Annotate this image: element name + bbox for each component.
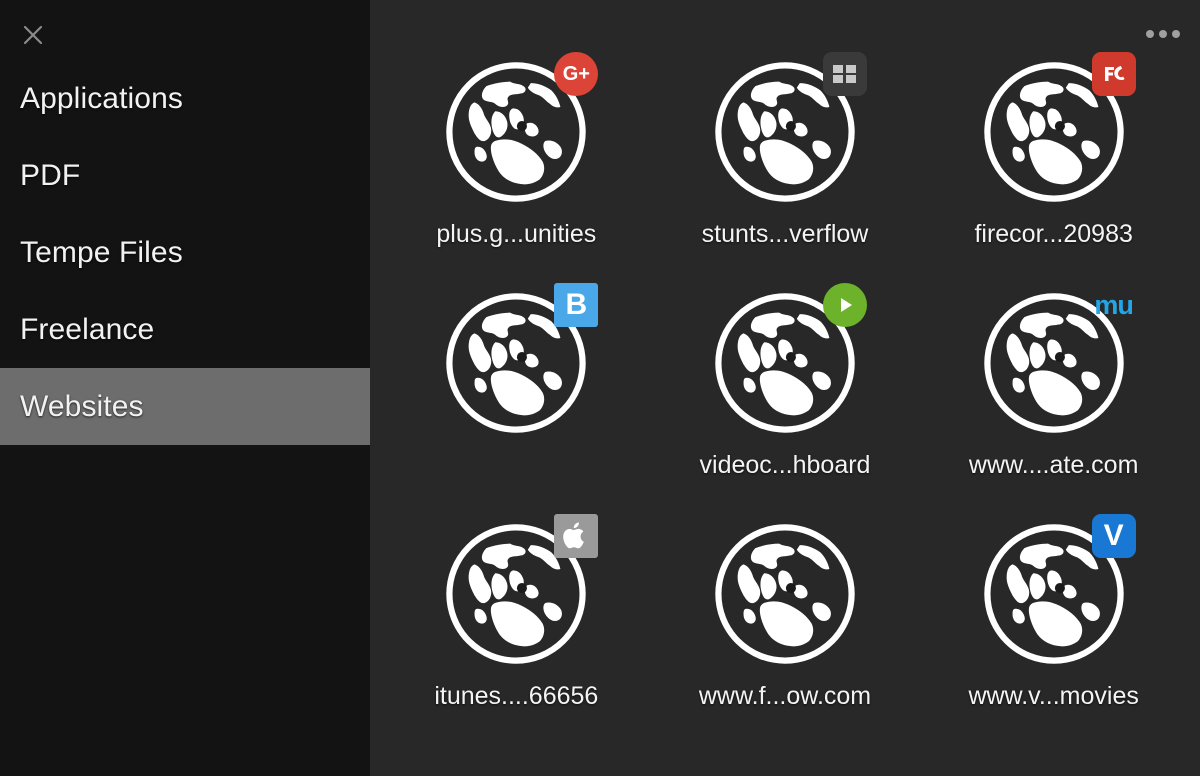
blogger-b-badge-text: B: [565, 288, 588, 321]
sidebar-item-websites[interactable]: Websites: [0, 368, 370, 445]
file-label: videoc...hboard: [699, 451, 871, 479]
file-label: firecor...20983: [974, 220, 1133, 248]
mu-logo-badge: mu: [1092, 283, 1136, 327]
apple-icon: [563, 522, 585, 549]
sidebar: Applications PDF Tempe Files Freelance Websi…: [0, 0, 370, 776]
vimeo-v-badge: V: [1091, 514, 1136, 558]
sidebar-item-freelance[interactable]: Freelance: [0, 291, 370, 368]
file-label: stunts...verflow: [701, 220, 869, 248]
file-icon: [440, 514, 599, 670]
more-options-button[interactable]: [1142, 20, 1184, 48]
grid-squares-badge: [822, 52, 867, 96]
file-tile[interactable]: firecor...20983: [919, 52, 1188, 287]
sidebar-item-label: Applications: [20, 81, 183, 115]
google-plus-badge: G+: [554, 52, 599, 96]
file-icon: mu: [978, 287, 1134, 439]
more-horizontal-icon-dot-2: [1159, 30, 1167, 38]
sidebar-item-applications[interactable]: Applications: [0, 60, 370, 137]
more-horizontal-icon-dot-3: [1172, 30, 1180, 38]
firecore-icon: [1104, 66, 1125, 81]
file-label: www....ate.com: [968, 451, 1139, 479]
file-icon: [709, 283, 867, 439]
file-label: www.f...ow.com: [698, 682, 872, 710]
file-label: itunes....66656: [434, 682, 599, 710]
file-tile[interactable]: www.f...ow.com: [651, 518, 920, 749]
file-label: plus.g...unities: [436, 220, 597, 248]
sidebar-item-tempe-files[interactable]: Tempe Files: [0, 214, 370, 291]
sidebar-item-label: PDF: [20, 158, 81, 192]
file-icon: G+: [440, 52, 599, 208]
content-area: G+ plus.g...unities stunts...verflow fir…: [370, 0, 1200, 776]
close-button[interactable]: [16, 18, 50, 52]
sidebar-item-label: Freelance: [20, 312, 155, 346]
file-tile[interactable]: G+ plus.g...unities: [382, 52, 651, 287]
vimeo-v-badge-text: V: [1103, 519, 1124, 552]
file-tile[interactable]: Vwww.v...movies: [919, 514, 1188, 749]
apple-badge: [554, 514, 599, 558]
google-plus-badge-text: G+: [562, 63, 590, 85]
file-browser-window: Applications PDF Tempe Files Freelance Websi…: [0, 0, 1200, 776]
file-icon: V: [978, 514, 1136, 670]
play-icon: [840, 298, 852, 312]
file-tile[interactable]: mu www....ate.com: [919, 287, 1188, 518]
file-grid: G+ plus.g...unities stunts...verflow fir…: [370, 52, 1200, 749]
play-badge: [822, 283, 867, 327]
firecore-badge: [1091, 52, 1136, 96]
file-icon: [709, 52, 867, 208]
file-tile[interactable]: videoc...hboard: [651, 283, 920, 518]
more-horizontal-icon-dot-1: [1146, 30, 1154, 38]
globe-icon: [715, 524, 855, 664]
grid-squares-icon: [832, 65, 856, 83]
sidebar-item-list: Applications PDF Tempe Files Freelance Websi…: [0, 60, 370, 445]
file-label: www.v...movies: [968, 682, 1139, 710]
file-tile[interactable]: stunts...verflow: [651, 52, 920, 287]
blogger-b-badge: B: [554, 283, 599, 327]
sidebar-item-pdf[interactable]: PDF: [0, 137, 370, 214]
file-icon: [978, 52, 1136, 208]
file-icon: B: [440, 283, 599, 439]
sidebar-item-label: Tempe Files: [20, 235, 183, 269]
file-icon: [709, 518, 861, 670]
sidebar-item-label: Websites: [20, 389, 144, 423]
file-tile[interactable]: itunes....66656: [382, 514, 651, 749]
file-tile[interactable]: B: [382, 283, 651, 518]
mu-logo-badge-text: mu: [1094, 289, 1133, 320]
close-icon: [23, 25, 43, 45]
